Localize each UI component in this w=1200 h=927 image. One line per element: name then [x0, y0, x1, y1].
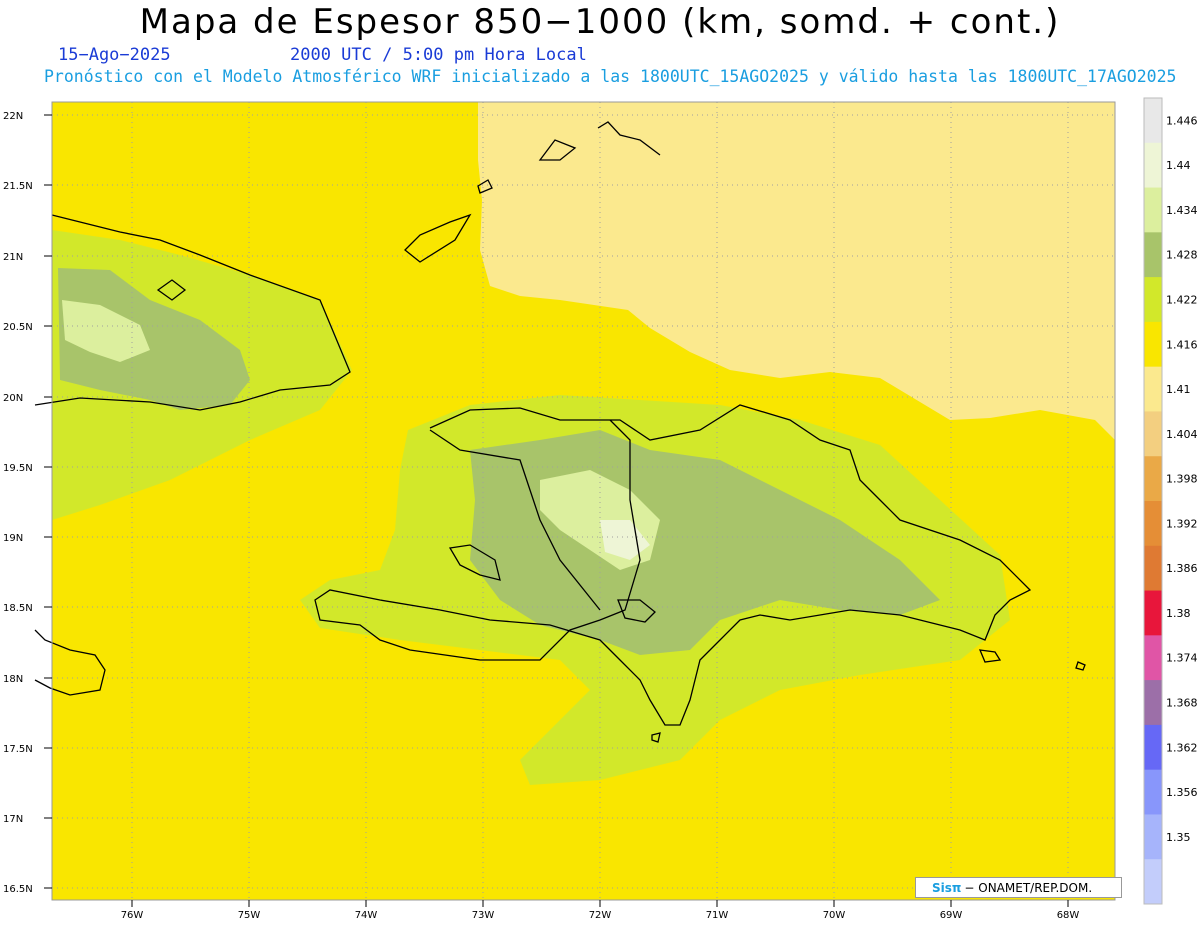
- lat-label: 16.5N: [3, 884, 33, 895]
- lat-label: 22N: [3, 111, 23, 122]
- colorbar-swatch: [1144, 277, 1162, 323]
- colorbar-swatch: [1144, 232, 1162, 278]
- colorbar-label: 1.434: [1166, 204, 1198, 217]
- colorbar-swatch: [1144, 187, 1162, 233]
- lon-label: 70W: [823, 910, 846, 921]
- lon-label: 72W: [589, 910, 612, 921]
- lon-label: 69W: [940, 910, 963, 921]
- lon-label: 74W: [355, 910, 378, 921]
- credit-badge: Sisπ − ONAMET/REP.DOM.: [915, 877, 1122, 898]
- colorbar-swatch: [1144, 724, 1162, 771]
- colorbar-label: 1.368: [1166, 697, 1198, 710]
- colorbar-swatch: [1144, 456, 1162, 502]
- colorbar-label: 1.422: [1166, 294, 1198, 307]
- lon-label: 73W: [472, 910, 495, 921]
- colorbar-swatch: [1144, 859, 1162, 905]
- colorbar-swatch: [1144, 142, 1162, 189]
- colorbar-label: 1.41: [1166, 383, 1191, 396]
- lat-label: 21N: [3, 252, 23, 263]
- colorbar-label: 1.362: [1166, 741, 1198, 754]
- colorbar-swatch: [1144, 321, 1162, 368]
- lat-label: 17N: [3, 814, 23, 825]
- lat-label: 17.5N: [3, 744, 33, 755]
- lon-label: 76W: [121, 910, 144, 921]
- colorbar-swatch: [1144, 769, 1162, 815]
- sispi-logo: Sisπ: [932, 880, 962, 895]
- lat-label: 18N: [3, 674, 23, 685]
- lat-label: 18.5N: [3, 603, 33, 614]
- lat-label: 21.5N: [3, 181, 33, 192]
- colorbar-swatch: [1144, 814, 1162, 860]
- colorbar-label: 1.38: [1166, 607, 1191, 620]
- colorbar-swatch: [1144, 366, 1162, 412]
- colorbar-label: 1.356: [1166, 786, 1198, 799]
- lat-label: 19.5N: [3, 463, 33, 474]
- lon-label: 68W: [1057, 910, 1080, 921]
- map-canvas: 22N 21.5N 21N 20.5N 20N 19.5N 19N 18.5N …: [3, 97, 1198, 921]
- lat-label: 20N: [3, 393, 23, 404]
- lat-label: 19N: [3, 533, 23, 544]
- colorbar-label: 1.446: [1166, 114, 1198, 127]
- colorbar-swatch: [1144, 98, 1162, 144]
- colorbar-label: 1.392: [1166, 517, 1198, 530]
- colorbar-label: 1.374: [1166, 652, 1198, 665]
- lon-label: 71W: [706, 910, 729, 921]
- colorbar: 1.446 1.44 1.434 1.428 1.422 1.416 1.41 1.404 1.…: [1143, 97, 1198, 905]
- colorbar-label: 1.386: [1166, 562, 1198, 575]
- lon-label: 75W: [238, 910, 261, 921]
- colorbar-swatch: [1144, 411, 1162, 457]
- colorbar-label: 1.44: [1166, 159, 1191, 172]
- colorbar-swatch: [1144, 545, 1162, 592]
- colorbar-label: 1.428: [1166, 249, 1198, 262]
- lat-label: 20.5N: [3, 322, 33, 333]
- colorbar-swatch: [1144, 680, 1162, 726]
- colorbar-label: 1.416: [1166, 338, 1198, 351]
- credit-text: − ONAMET/REP.DOM.: [964, 880, 1093, 895]
- lat-axis: 22N 21.5N 21N 20.5N 20N 19.5N 19N 18.5N …: [3, 111, 33, 895]
- colorbar-label: 1.398: [1166, 473, 1198, 486]
- colorbar-swatch: [1144, 501, 1162, 547]
- colorbar-label: 1.404: [1166, 428, 1198, 441]
- colorbar-label: 1.35: [1166, 831, 1191, 844]
- colorbar-swatch: [1144, 590, 1162, 636]
- lon-axis: 76W 75W 74W 73W 72W 71W 70W 69W 68W: [121, 910, 1080, 921]
- colorbar-swatch: [1144, 635, 1162, 681]
